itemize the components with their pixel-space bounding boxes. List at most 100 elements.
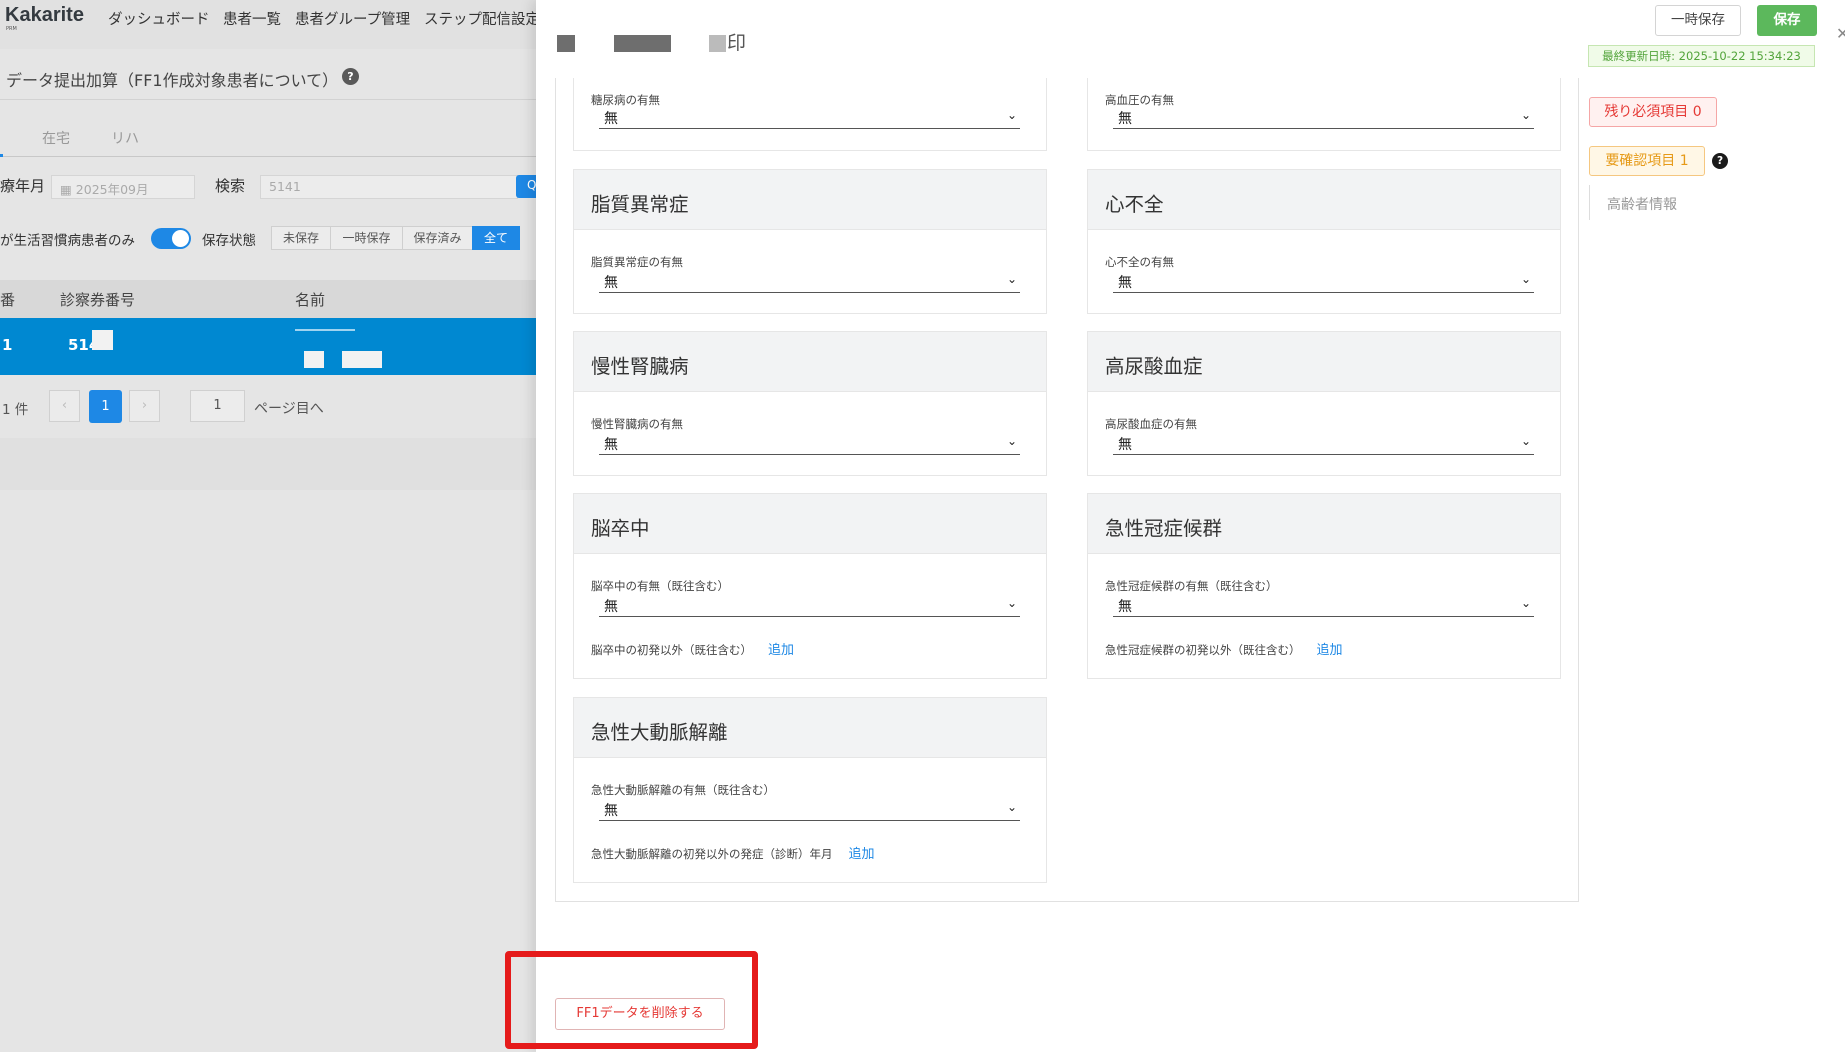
- nav-patient-list[interactable]: 患者一覧: [223, 8, 281, 29]
- ff1-edit-drawer: 印 一時保存 保存 ✕ 最終更新日時: 2025-10-22 15:34:23 …: [536, 0, 1845, 1052]
- card-acs: 急性冠症候群 急性冠症候群の有無（既往含む） 無 ⌄ 急性冠症候群の初発以外（既…: [1087, 493, 1561, 679]
- save-state-label: 保存状態: [202, 233, 256, 249]
- add-stroke-recurrence-link[interactable]: 追加: [768, 643, 794, 658]
- card-ckd: 慢性腎臓病 慢性腎臓病の有無 無 ⌄: [573, 331, 1047, 476]
- acs-select[interactable]: 無 ⌄: [1113, 595, 1534, 617]
- chevron-down-icon: ⌄: [1520, 108, 1531, 122]
- tab-bar: 在宅 リハ: [0, 118, 560, 158]
- temp-save-button[interactable]: 一時保存: [1655, 5, 1741, 36]
- chevron-down-icon: ⌄: [1520, 434, 1531, 448]
- redacted-block: [709, 35, 726, 52]
- nav-dashboard[interactable]: ダッシュボード: [108, 8, 210, 29]
- add-aortic-dissection-recurrence-link[interactable]: 追加: [849, 847, 875, 862]
- chevron-down-icon: ⌄: [1006, 272, 1017, 286]
- hypertension-select[interactable]: 無 ⌄: [1113, 107, 1534, 129]
- select-value: 無: [604, 803, 618, 819]
- select-value: 無: [604, 275, 618, 291]
- anchor-elderly-info[interactable]: 高齢者情報: [1607, 194, 1677, 214]
- divider: [0, 99, 560, 100]
- select-value: 無: [1118, 437, 1132, 453]
- card-title: 急性大動脈解離: [591, 721, 728, 744]
- add-acs-recurrence-link[interactable]: 追加: [1317, 643, 1343, 658]
- field-label: 脳卒中の初発以外（既往含む）: [591, 643, 752, 657]
- app-logo[interactable]: Kakarite: [5, 4, 84, 27]
- col-no: 番: [0, 291, 16, 309]
- table-row[interactable]: 1 514: [0, 318, 560, 375]
- month-placeholder: 2025年09月: [75, 182, 149, 197]
- card-title: 高尿酸血症: [1105, 355, 1203, 378]
- header-char: 印: [727, 32, 747, 54]
- save-button[interactable]: 保存: [1757, 5, 1817, 36]
- pagination: 1 件 ‹ 1 › 1 ページ目へ: [0, 388, 560, 428]
- card-header: 慢性腎臓病: [574, 332, 1046, 392]
- aortic-dissection-recurrence-row: 急性大動脈解離の初発以外の発症（診断）年月 追加: [591, 843, 875, 862]
- redacted-block: [614, 35, 671, 52]
- delete-ff1-button[interactable]: FF1データを削除する: [555, 998, 725, 1030]
- diabetes-select[interactable]: 無 ⌄: [599, 107, 1020, 129]
- field-label: 急性冠症候群の初発以外（既往含む）: [1105, 643, 1301, 657]
- card-diabetes: 糖尿病の有無 無 ⌄: [573, 78, 1047, 151]
- needs-confirmation-badge[interactable]: 要確認項目 1: [1589, 146, 1705, 176]
- next-page-button[interactable]: ›: [129, 390, 160, 422]
- card-header: 高尿酸血症: [1088, 332, 1560, 392]
- field-label: 心不全の有無: [1105, 255, 1174, 269]
- app-logo-sub: PRM: [6, 26, 17, 32]
- select-value: 無: [1118, 275, 1132, 291]
- page-title: データ提出加算（FF1作成対象患者について）: [6, 71, 339, 90]
- select-value: 無: [604, 437, 618, 453]
- card-title: 脳卒中: [591, 517, 650, 540]
- filter-all[interactable]: 全て: [472, 226, 520, 250]
- field-label: 急性大動脈解離の有無（既往含む）: [591, 783, 775, 797]
- month-input[interactable]: ▦ 2025年09月: [51, 175, 195, 199]
- filter-saved[interactable]: 保存済み: [402, 226, 473, 250]
- aortic-dissection-select[interactable]: 無 ⌄: [599, 799, 1020, 821]
- help-icon[interactable]: ?: [1712, 153, 1728, 169]
- field-label: 急性冠症候群の有無（既往含む）: [1105, 579, 1278, 593]
- filter-temp-saved[interactable]: 一時保存: [330, 226, 403, 250]
- total-count: 1 件: [2, 402, 29, 418]
- dyslipidemia-select[interactable]: 無 ⌄: [599, 271, 1020, 293]
- ckd-select[interactable]: 無 ⌄: [599, 433, 1020, 455]
- tab-home-care[interactable]: 在宅: [42, 128, 70, 148]
- select-value: 無: [604, 599, 618, 615]
- tab-underline: [0, 156, 560, 157]
- field-label: 脂質異常症の有無: [591, 255, 683, 269]
- field-label: 高尿酸血症の有無: [1105, 417, 1197, 431]
- stroke-recurrence-row: 脳卒中の初発以外（既往含む） 追加: [591, 639, 794, 658]
- filter-unsaved[interactable]: 未保存: [271, 226, 331, 250]
- redacted-block: [557, 35, 575, 52]
- page-1-button[interactable]: 1: [89, 390, 122, 423]
- page-jump-label: ページ目へ: [254, 401, 324, 417]
- nav-step-delivery[interactable]: ステップ配信設定: [424, 8, 540, 29]
- select-value: 無: [1118, 599, 1132, 615]
- tab-rehab[interactable]: リハ: [111, 128, 139, 148]
- help-icon[interactable]: ?: [342, 68, 359, 85]
- card-stroke: 脳卒中 脳卒中の有無（既往含む） 無 ⌄ 脳卒中の初発以外（既往含む） 追加: [573, 493, 1047, 679]
- card-aortic-dissection: 急性大動脈解離 急性大動脈解離の有無（既往含む） 無 ⌄ 急性大動脈解離の初発以…: [573, 697, 1047, 883]
- col-card-no: 診察券番号: [60, 291, 136, 309]
- col-name: 名前: [295, 291, 326, 309]
- remaining-required-badge[interactable]: 残り必須項目 0: [1589, 97, 1717, 127]
- toggle-knob: [172, 230, 189, 247]
- redacted-block: [92, 330, 113, 350]
- redacted-block: [342, 351, 382, 368]
- hyperuricemia-select[interactable]: 無 ⌄: [1113, 433, 1534, 455]
- card-header: 脳卒中: [574, 494, 1046, 554]
- close-icon[interactable]: ✕: [1836, 24, 1845, 43]
- field-label: 脳卒中の有無（既往含む）: [591, 579, 729, 593]
- stroke-select[interactable]: 無 ⌄: [599, 595, 1020, 617]
- chevron-down-icon: ⌄: [1006, 434, 1017, 448]
- card-dyslipidemia: 脂質異常症 脂質異常症の有無 無 ⌄: [573, 169, 1047, 314]
- prev-page-button[interactable]: ‹: [49, 390, 80, 422]
- card-title: 心不全: [1105, 193, 1164, 216]
- chevron-down-icon: ⌄: [1520, 596, 1531, 610]
- active-tab-indicator: [0, 154, 3, 157]
- acs-recurrence-row: 急性冠症候群の初発以外（既往含む） 追加: [1105, 639, 1343, 658]
- nav-patient-groups[interactable]: 患者グループ管理: [295, 8, 410, 29]
- chevron-down-icon: ⌄: [1006, 800, 1017, 814]
- lifestyle-filter-label: が生活習慣病患者のみ: [0, 233, 135, 249]
- month-label: 療年月: [0, 177, 46, 195]
- heart-failure-select[interactable]: 無 ⌄: [1113, 271, 1534, 293]
- search-input[interactable]: 5141: [260, 175, 518, 199]
- page-jump-input[interactable]: 1: [190, 390, 245, 422]
